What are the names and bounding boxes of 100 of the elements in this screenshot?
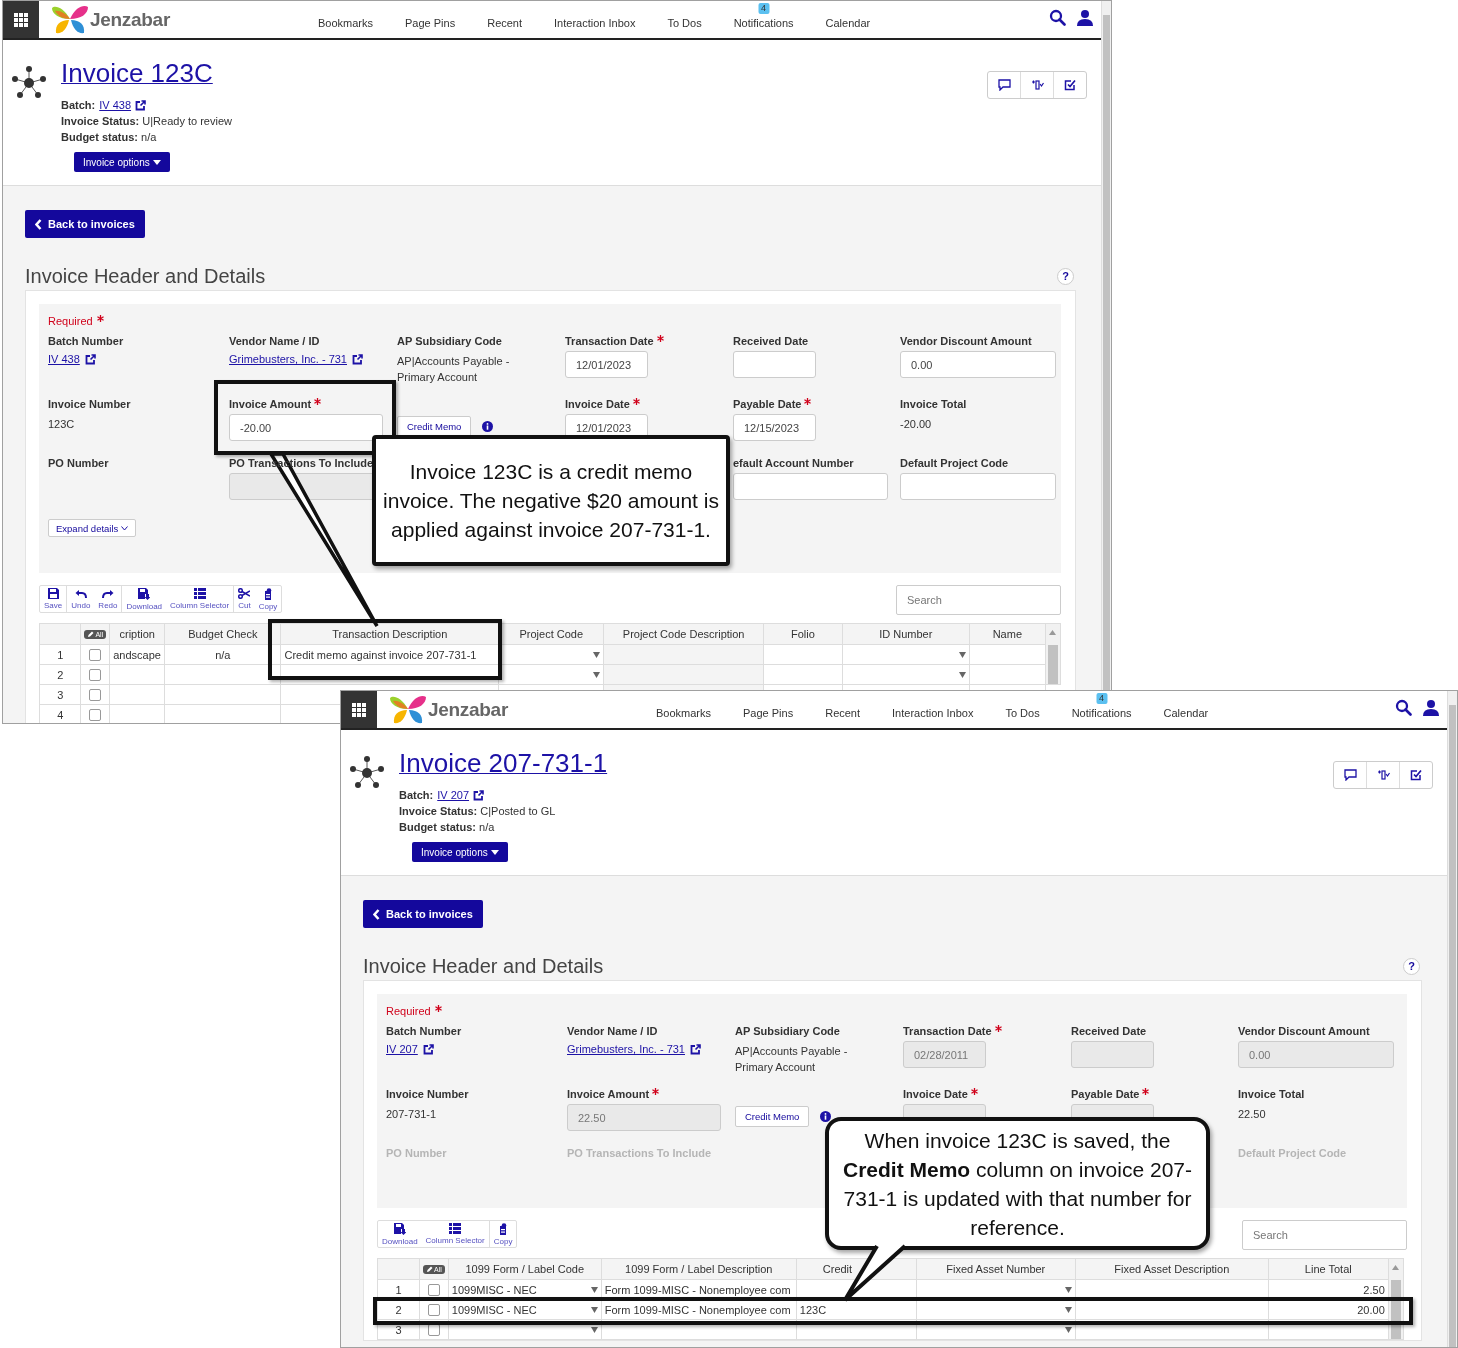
- toolbar-button[interactable]: Cut: [233, 586, 255, 612]
- credit-memo-button[interactable]: Credit Memo: [735, 1106, 810, 1127]
- field-link[interactable]: Grimebusters, Inc. - 731: [229, 353, 347, 365]
- invoice-title[interactable]: Invoice 123C: [61, 58, 213, 88]
- column-header[interactable]: cription: [109, 623, 165, 645]
- field-label: Invoice Amount: [229, 398, 312, 411]
- field-link[interactable]: IV 438: [48, 353, 80, 365]
- apps-button[interactable]: [341, 691, 377, 728]
- nav-link[interactable]: Recent: [487, 16, 523, 29]
- checkbox[interactable]: [89, 668, 102, 681]
- nav-link[interactable]: Page Pins: [405, 16, 456, 29]
- info-icon: [820, 1111, 832, 1122]
- scroll-up-icon[interactable]: [1391, 1265, 1399, 1270]
- column-header[interactable]: Line Total: [1268, 1258, 1389, 1280]
- help-button[interactable]: ?: [1057, 267, 1074, 285]
- notification-badge: 4: [758, 2, 770, 14]
- scrollbar[interactable]: [1447, 691, 1457, 1347]
- batch-link[interactable]: IV 207: [437, 787, 470, 803]
- input-field[interactable]: 12/01/2023: [565, 351, 648, 378]
- expand-details-button[interactable]: Expand details: [48, 519, 137, 537]
- invoice-options-button[interactable]: Invoice options: [74, 152, 170, 172]
- input-field[interactable]: [733, 473, 888, 500]
- nav-link[interactable]: To Dos: [667, 16, 702, 29]
- status-text: Budget status: n/a: [399, 820, 496, 835]
- credit-memo-button[interactable]: Credit Memo: [397, 416, 472, 437]
- external-link-icon: [690, 1043, 701, 1055]
- field-label: Batch Number: [48, 335, 124, 348]
- action-button-group[interactable]: [987, 71, 1087, 99]
- input-field[interactable]: -20.00: [229, 414, 383, 441]
- checkbox[interactable]: [427, 1283, 440, 1296]
- field-link[interactable]: IV 207: [386, 1043, 418, 1055]
- toolbar-button[interactable]: Column Selector: [421, 1221, 489, 1247]
- caret-icon: [590, 1306, 598, 1313]
- external-link-icon: [422, 1043, 434, 1055]
- nav-link[interactable]: Page Pins: [743, 706, 794, 719]
- help-button[interactable]: ?: [1403, 957, 1420, 975]
- toolbar-button[interactable]: Copy: [488, 1221, 517, 1247]
- column-header[interactable]: Fixed Asset Description: [1075, 1258, 1269, 1280]
- apps-button[interactable]: [3, 1, 39, 38]
- back-button[interactable]: Back to invoices: [363, 900, 483, 928]
- scroll-up-icon[interactable]: [1049, 630, 1056, 635]
- field-value: AP|Accounts Payable - Primary Account: [397, 354, 511, 385]
- external-link-icon: [473, 789, 485, 801]
- table-cell: n/a: [215, 648, 231, 661]
- nav-link[interactable]: Recent: [825, 706, 861, 719]
- input-field[interactable]: 12/15/2023: [733, 414, 816, 441]
- nav-link[interactable]: Calendar: [825, 16, 871, 29]
- undo-icon: [74, 588, 87, 599]
- column-header[interactable]: Project Code Description: [603, 623, 764, 645]
- comment-icon: [1343, 769, 1357, 781]
- table-cell: Form 1099-MISC - Nonemployee com: [604, 1283, 791, 1296]
- column-header[interactable]: ID Number: [842, 623, 970, 645]
- back-button[interactable]: Back to invoices: [25, 210, 145, 238]
- nav-link[interactable]: Calendar: [1163, 706, 1209, 719]
- scrollbar[interactable]: [1046, 623, 1061, 685]
- nav-link[interactable]: Interaction Inbox: [892, 706, 974, 719]
- column-header[interactable]: Transaction Description: [280, 623, 499, 645]
- checkbox[interactable]: [89, 648, 102, 661]
- toolbar-button[interactable]: Undo: [66, 586, 95, 612]
- nav-link[interactable]: Bookmarks: [656, 706, 712, 719]
- column-header[interactable]: Fixed Asset Number: [916, 1258, 1076, 1280]
- input-field[interactable]: [733, 351, 816, 378]
- nav-link[interactable]: To Dos: [1005, 706, 1040, 719]
- toolbar-button[interactable]: Download: [121, 586, 167, 612]
- input-field[interactable]: [900, 473, 1056, 500]
- invoice-options-button[interactable]: Invoice options: [412, 842, 508, 862]
- field-label: Vendor Discount Amount: [1238, 1025, 1370, 1038]
- toolbar-button[interactable]: Copy: [254, 586, 282, 612]
- section-title: Invoice Header and Details: [25, 264, 266, 288]
- action-button-group[interactable]: [1333, 761, 1433, 789]
- table-cell: 20.00: [1357, 1303, 1385, 1316]
- toolbar-button[interactable]: Redo: [94, 586, 122, 612]
- column-header[interactable]: Name: [969, 623, 1046, 645]
- invoice-title[interactable]: Invoice 207-731-1: [399, 748, 608, 778]
- checkbox[interactable]: [89, 688, 102, 701]
- field-label: Vendor Name / ID: [567, 1025, 658, 1038]
- toolbar-button[interactable]: Save: [40, 586, 67, 612]
- column-header[interactable]: Folio: [763, 623, 843, 645]
- required-note: Required: [48, 315, 93, 327]
- row-number: 2: [39, 664, 81, 685]
- search-icon: [1049, 9, 1066, 26]
- checkbox[interactable]: [427, 1303, 440, 1316]
- scrollbar[interactable]: [1101, 1, 1111, 690]
- checkbox[interactable]: [89, 708, 102, 721]
- batch-link[interactable]: IV 438: [99, 97, 132, 113]
- column-header[interactable]: 1099 Form / Label Description: [601, 1258, 797, 1280]
- toolbar-button[interactable]: Download: [378, 1221, 422, 1247]
- input-field[interactable]: 0.00: [900, 351, 1056, 378]
- field-label: Payable Date: [1071, 1088, 1140, 1101]
- search-field[interactable]: Search: [896, 585, 1061, 615]
- field-label: PO Number: [48, 457, 109, 470]
- caret-icon: [490, 849, 499, 855]
- search-field[interactable]: Search: [1242, 1220, 1407, 1250]
- column-header[interactable]: 1099 Form / Label Code: [448, 1258, 602, 1280]
- column-header[interactable]: Budget Check: [164, 623, 281, 645]
- field-link[interactable]: Grimebusters, Inc. - 731: [567, 1043, 685, 1055]
- nav-link[interactable]: Interaction Inbox: [554, 16, 636, 29]
- field-label: Transaction Date: [903, 1025, 992, 1038]
- nav-link[interactable]: Bookmarks: [318, 16, 374, 29]
- toolbar-button[interactable]: Column Selector: [166, 586, 234, 612]
